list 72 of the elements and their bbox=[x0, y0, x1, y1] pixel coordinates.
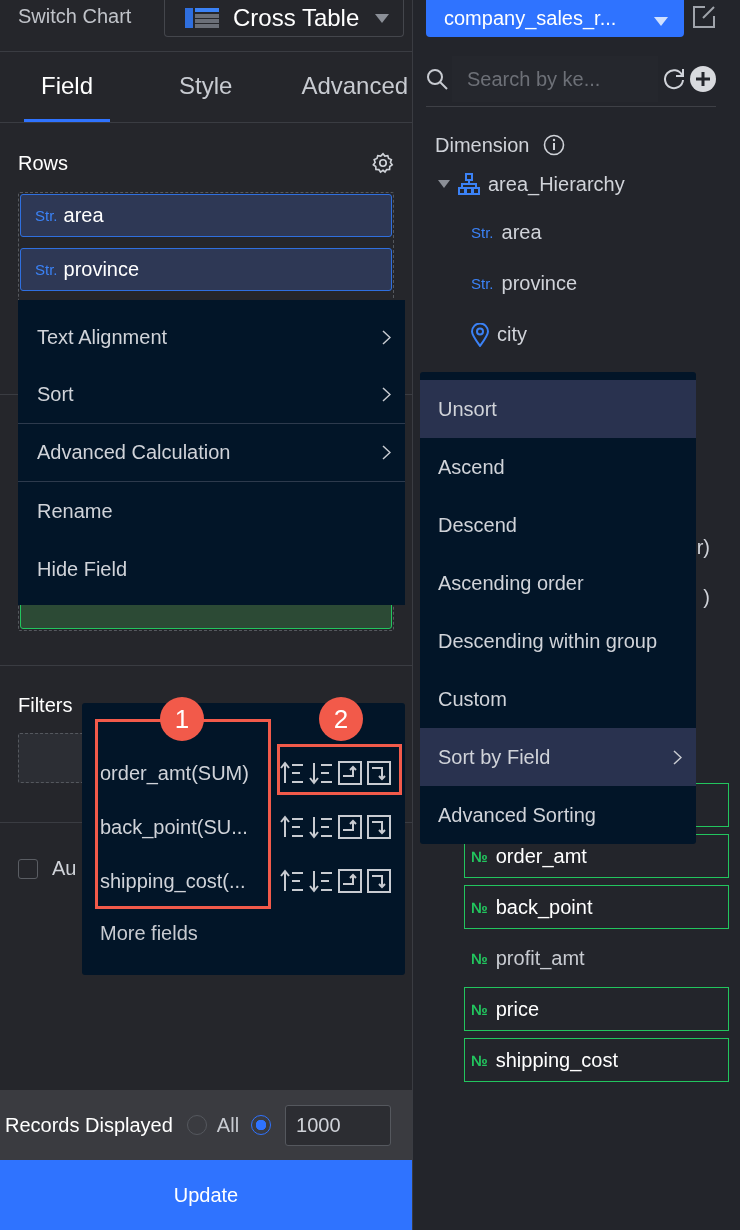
search-icon bbox=[426, 68, 448, 90]
menu-item[interactable]: Ascending order bbox=[420, 554, 696, 612]
chart-type-dropdown[interactable]: Cross Table bbox=[164, 0, 404, 37]
tree-item[interactable]: ) bbox=[703, 586, 710, 609]
measure-field[interactable]: № profit_amt bbox=[464, 936, 729, 980]
refresh-icon[interactable] bbox=[662, 67, 686, 91]
hierarchy-icon bbox=[458, 173, 480, 195]
menu-item[interactable]: Ascend bbox=[420, 438, 696, 496]
chevron-right-icon bbox=[382, 387, 391, 402]
section-title: Filters bbox=[18, 694, 74, 717]
measure-field[interactable]: № shipping_cost bbox=[464, 1038, 729, 1082]
field-name: shipping_cost(... bbox=[100, 869, 247, 893]
sort-ascending-icon[interactable] bbox=[280, 869, 304, 893]
checkbox-label: Au bbox=[52, 857, 77, 880]
tab[interactable]: Style bbox=[162, 52, 250, 122]
field-name: province bbox=[63, 258, 140, 281]
checkbox[interactable] bbox=[18, 858, 38, 879]
tree-item[interactable]: r) bbox=[696, 536, 710, 559]
field-name: area bbox=[63, 204, 104, 227]
radio-button[interactable] bbox=[251, 1115, 272, 1135]
menu-item[interactable]: Sort by Field bbox=[420, 728, 696, 786]
sort-ascending-icon[interactable] bbox=[280, 761, 304, 785]
tree-item[interactable]: area bbox=[501, 221, 542, 244]
chevron-right-icon bbox=[673, 749, 682, 765]
field-chip[interactable]: Str. province bbox=[20, 248, 392, 291]
menu-item[interactable]: Text Alignment bbox=[18, 308, 405, 366]
edit-icon[interactable] bbox=[692, 5, 716, 29]
caret-icon bbox=[375, 13, 389, 23]
section-title: Rows bbox=[18, 151, 68, 175]
more-fields-link[interactable]: More fields bbox=[100, 922, 405, 945]
info-icon[interactable] bbox=[543, 134, 566, 156]
field-chip[interactable]: Str. area bbox=[20, 194, 392, 237]
sort-descending-icon[interactable] bbox=[309, 815, 333, 839]
menu-item[interactable]: Rename bbox=[18, 482, 405, 540]
type-label: Str. bbox=[35, 207, 58, 224]
type-label: Str. bbox=[35, 261, 58, 278]
radio-label: All bbox=[216, 1113, 240, 1137]
menu-item[interactable]: Hide Field bbox=[18, 540, 405, 598]
menu-item[interactable]: Unsort bbox=[420, 380, 696, 438]
field-name: order_amt(SUM) bbox=[100, 761, 250, 785]
sort-ascending-icon[interactable] bbox=[280, 815, 304, 839]
tree-item[interactable]: area_Hierarchy bbox=[488, 172, 625, 196]
menu-item[interactable]: Advanced Calculation bbox=[18, 424, 405, 482]
menu-item[interactable]: Descend bbox=[420, 496, 696, 554]
menu-item[interactable]: Custom bbox=[420, 670, 696, 728]
tree-item[interactable]: province bbox=[501, 272, 578, 295]
chevron-right-icon bbox=[382, 329, 391, 345]
sort-descending-icon[interactable] bbox=[309, 761, 333, 785]
settings-icon[interactable] bbox=[372, 152, 394, 174]
measure-field[interactable]: № price bbox=[464, 987, 729, 1031]
chevron-right-icon bbox=[382, 445, 391, 460]
menu-item[interactable]: Descending within group bbox=[420, 612, 696, 670]
record-count-field[interactable]: 1000 bbox=[285, 1104, 392, 1146]
type-label: Str. bbox=[471, 224, 494, 241]
update-button[interactable]: Update bbox=[0, 1160, 412, 1230]
add-icon[interactable] bbox=[690, 66, 716, 92]
records-label: Records Displayed bbox=[5, 1113, 173, 1137]
section-title: Dimension bbox=[435, 133, 530, 157]
sort-descending-icon[interactable] bbox=[309, 869, 333, 893]
measure-field[interactable]: № back_point bbox=[464, 885, 729, 929]
dataset-dropdown[interactable]: company_sales_r... bbox=[426, 0, 684, 37]
tab[interactable]: Field bbox=[24, 52, 111, 122]
tree-item[interactable]: city bbox=[497, 323, 527, 346]
field-name: back_point(SU... bbox=[100, 815, 249, 839]
expand-caret-icon[interactable] bbox=[438, 180, 450, 188]
type-label: Str. bbox=[471, 275, 494, 292]
tab[interactable]: Advanced bbox=[301, 52, 409, 122]
switch-chart-label: Switch Chart bbox=[18, 5, 133, 28]
caret-icon bbox=[654, 16, 668, 26]
menu-item[interactable]: Sort bbox=[18, 366, 405, 424]
table-icon bbox=[185, 8, 219, 28]
location-pin-icon bbox=[471, 322, 489, 347]
